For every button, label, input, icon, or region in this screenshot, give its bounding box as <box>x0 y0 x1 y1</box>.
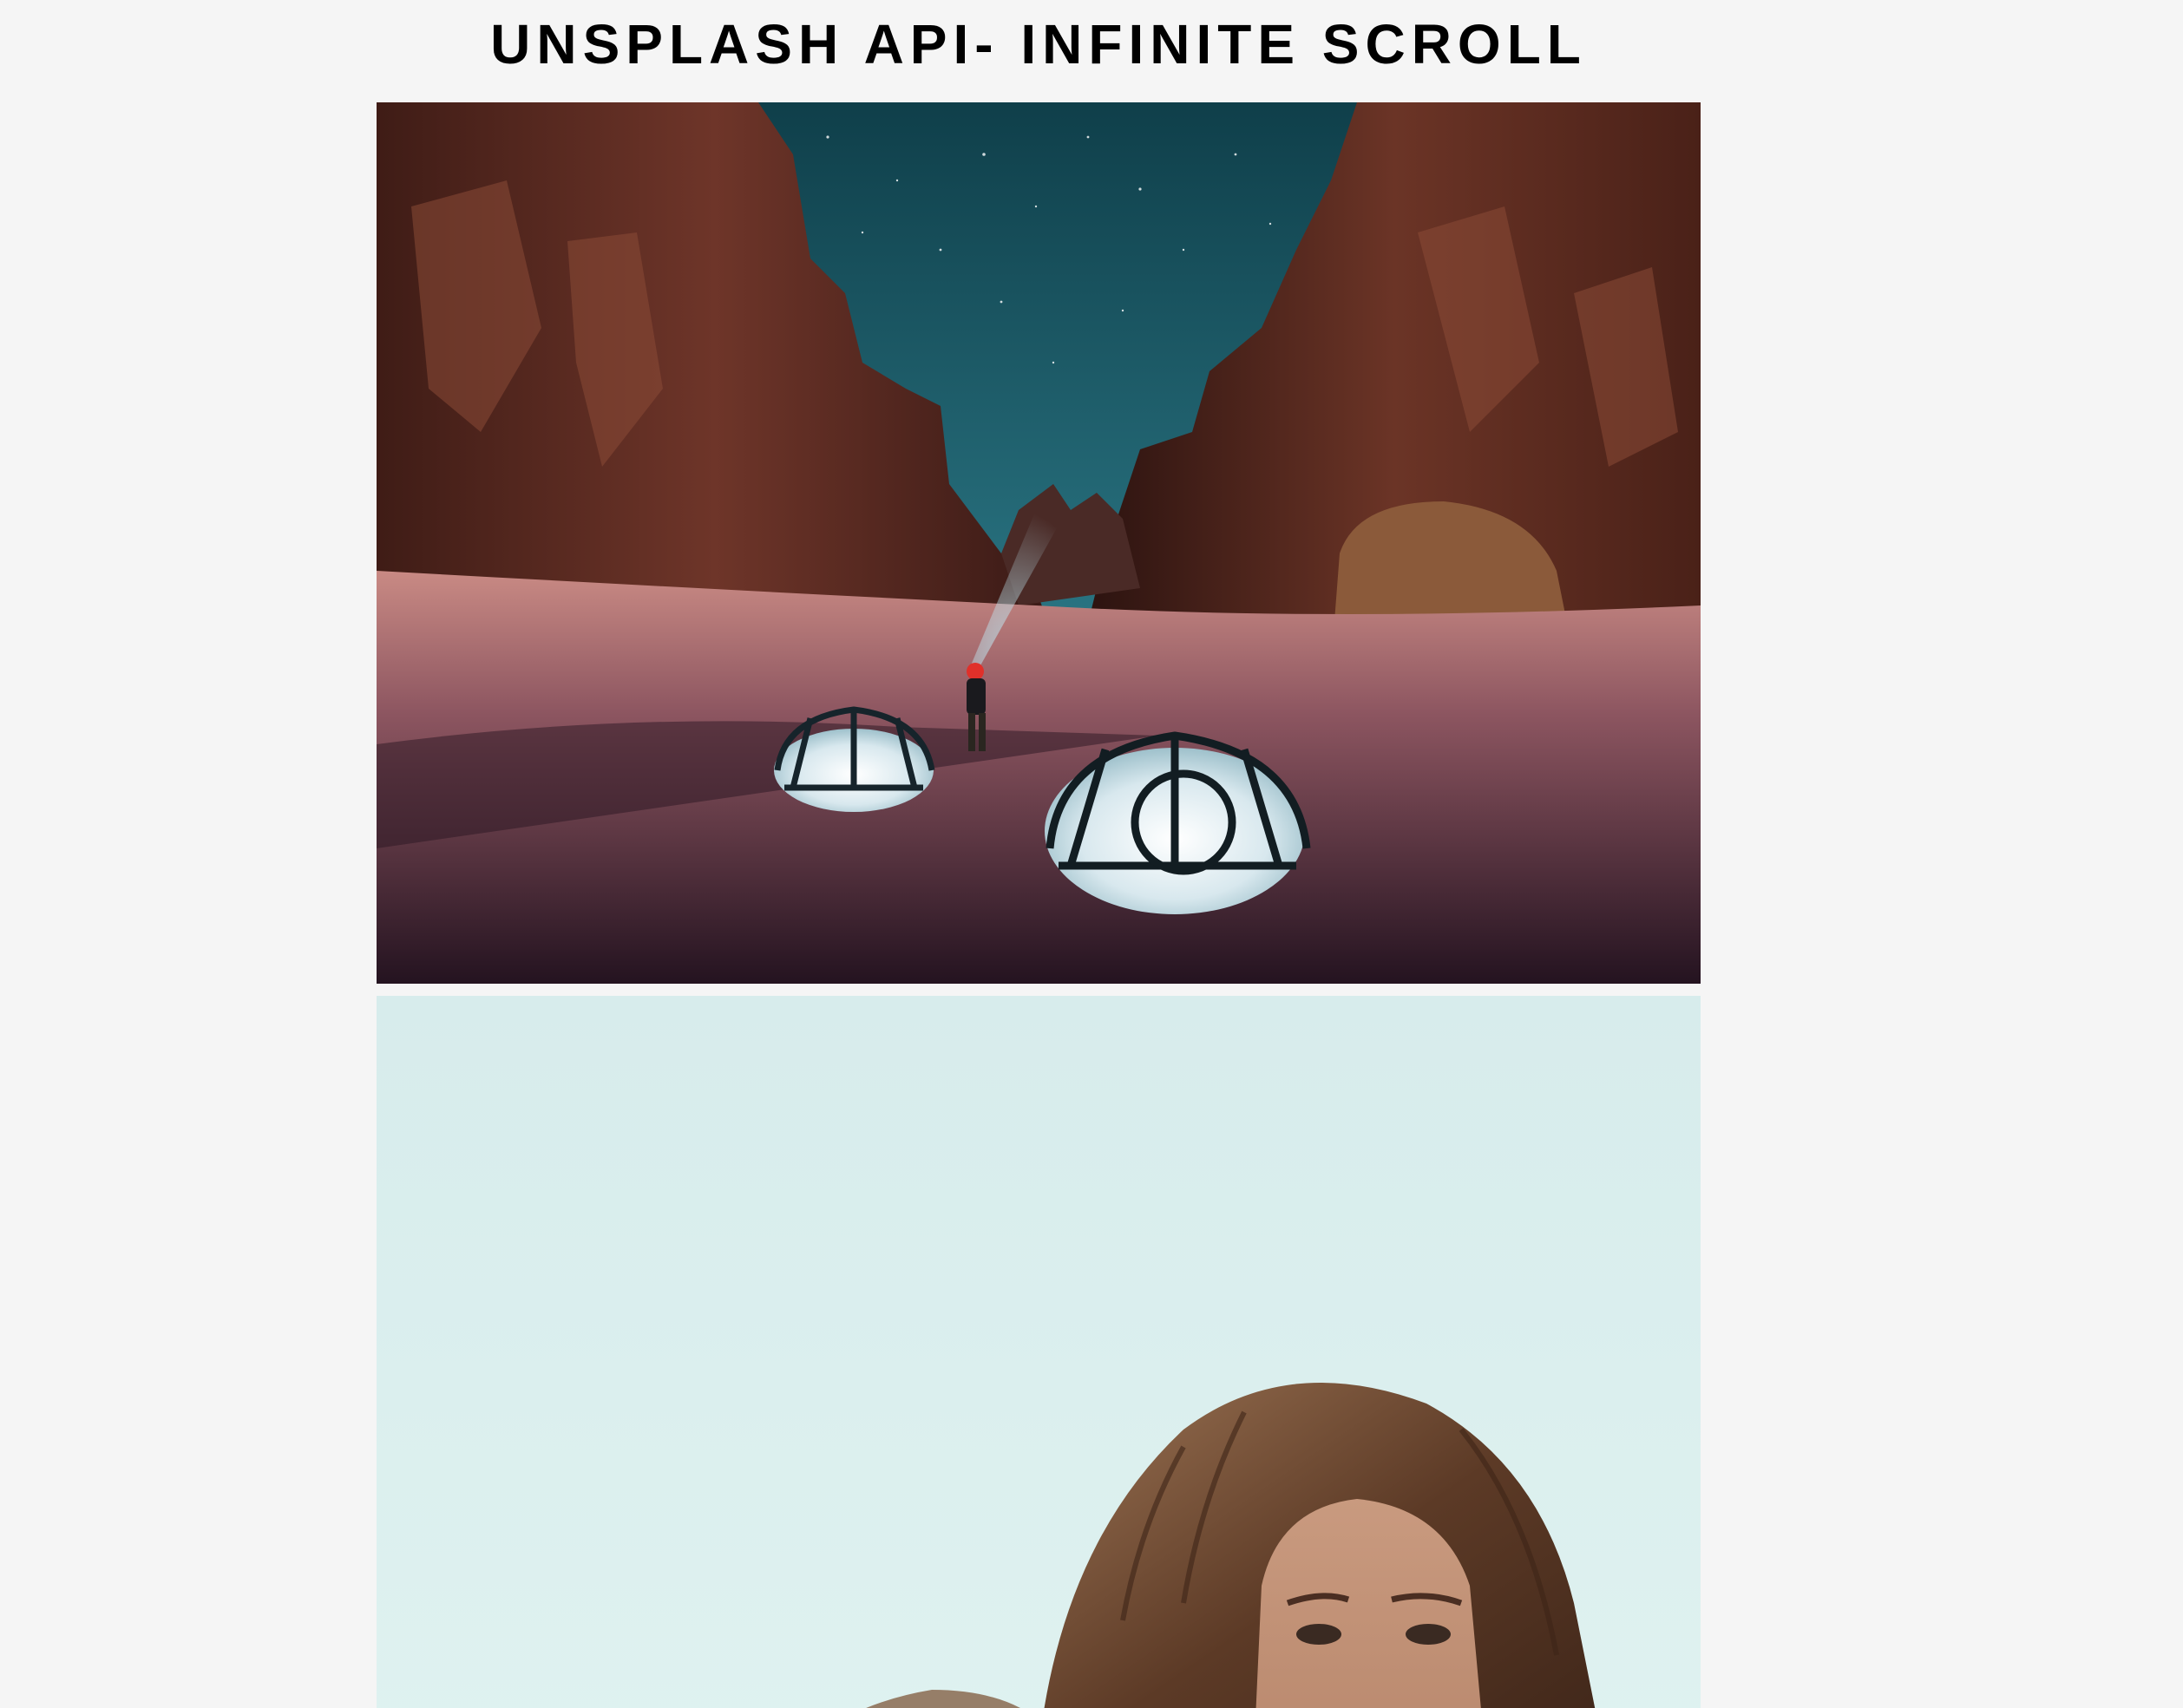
page-title: UNSPLASH API- INFINITE SCROLL <box>490 13 1587 75</box>
photo-desert-camp <box>377 102 1701 984</box>
photo-woman-portrait <box>377 996 1701 1708</box>
photo-woman-portrait-link[interactable] <box>377 996 1701 1708</box>
image-container[interactable] <box>377 102 1701 1708</box>
photo-desert-camp-link[interactable] <box>377 102 1701 984</box>
